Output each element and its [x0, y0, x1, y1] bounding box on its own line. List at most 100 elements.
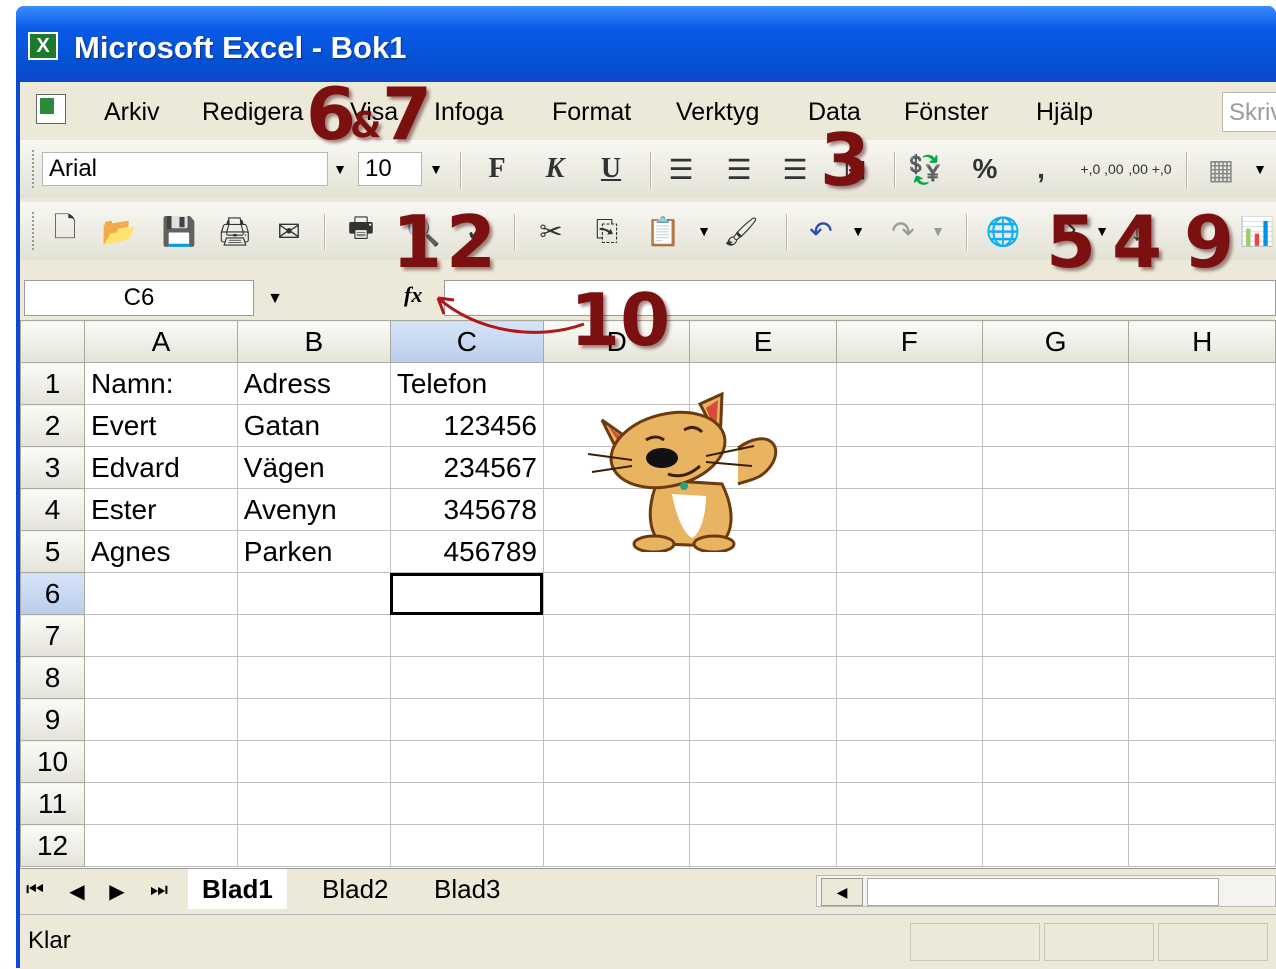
cell[interactable]	[835, 404, 983, 447]
cut-icon[interactable]: ✂	[534, 214, 568, 248]
cell[interactable]	[84, 740, 238, 783]
cell[interactable]	[1128, 656, 1276, 699]
font-size-box[interactable]: 10	[358, 152, 422, 186]
cell[interactable]	[236, 740, 391, 783]
row-header[interactable]: 12	[20, 824, 86, 867]
cell[interactable]	[1128, 740, 1276, 783]
align-left-icon[interactable]: ☰	[664, 152, 698, 186]
cell-c5[interactable]: 456789	[389, 530, 544, 573]
cell[interactable]	[1128, 404, 1276, 447]
sheet-tab-blad1[interactable]: Blad1	[188, 869, 287, 909]
cell[interactable]	[84, 656, 238, 699]
cell[interactable]	[542, 572, 691, 615]
cell[interactable]	[981, 362, 1130, 405]
help-search-input[interactable]: Skriv	[1222, 92, 1276, 132]
align-right-icon[interactable]: ☰	[778, 152, 812, 186]
cell[interactable]	[84, 698, 238, 741]
cell[interactable]	[835, 530, 983, 573]
cell[interactable]	[236, 614, 391, 657]
hyperlink-globe-icon[interactable]: 🌐	[986, 214, 1021, 248]
cell[interactable]	[689, 698, 837, 741]
row-header[interactable]: 4	[20, 488, 86, 531]
copy-icon[interactable]: ⎘	[590, 214, 624, 248]
cell-c1[interactable]: Telefon	[389, 362, 544, 405]
cell[interactable]	[981, 782, 1130, 825]
menu-format[interactable]: Format	[552, 98, 631, 127]
cell[interactable]	[542, 740, 691, 783]
cell[interactable]	[981, 824, 1130, 867]
email-icon[interactable]: ✉	[272, 214, 306, 248]
cell[interactable]	[236, 824, 391, 867]
font-size-dropdown-icon[interactable]: ▼	[424, 152, 448, 186]
cell[interactable]	[835, 572, 983, 615]
cell[interactable]	[389, 782, 544, 825]
row-header[interactable]: 9	[20, 698, 86, 741]
undo-dropdown-icon[interactable]: ▼	[846, 214, 870, 248]
cell[interactable]	[389, 740, 544, 783]
row-header[interactable]: 10	[20, 740, 86, 783]
paste-dropdown-icon[interactable]: ▼	[692, 214, 716, 248]
cell[interactable]	[981, 404, 1130, 447]
prev-sheet-icon[interactable]: ◀	[66, 879, 88, 904]
increase-decimal-button[interactable]: +,0 ,00	[1080, 152, 1124, 186]
cell[interactable]	[835, 656, 983, 699]
cell[interactable]	[542, 614, 691, 657]
menu-fonster[interactable]: Fönster	[904, 98, 989, 127]
italic-button[interactable]: K	[538, 152, 572, 186]
name-box-dropdown-icon[interactable]: ▼	[260, 282, 290, 316]
active-cell-c6[interactable]	[389, 572, 544, 615]
cell[interactable]	[689, 782, 837, 825]
cell[interactable]	[835, 698, 983, 741]
column-header[interactable]: E	[689, 320, 837, 363]
cell[interactable]	[1128, 698, 1276, 741]
cell-c3[interactable]: 234567	[389, 446, 544, 489]
cell-a3[interactable]: Edvard	[84, 446, 238, 489]
horizontal-scrollbar[interactable]: ◀	[816, 875, 1276, 907]
font-name-box[interactable]: Arial	[42, 152, 328, 186]
cell[interactable]	[981, 530, 1130, 573]
paste-icon[interactable]: 📋	[646, 214, 681, 248]
menu-infoga[interactable]: Infoga	[434, 98, 504, 127]
row-header[interactable]: 1	[20, 362, 86, 405]
cell[interactable]	[835, 362, 983, 405]
cell[interactable]	[236, 782, 391, 825]
cell[interactable]	[236, 656, 391, 699]
menu-verktyg[interactable]: Verktyg	[676, 98, 759, 127]
excel-icon[interactable]: X	[28, 32, 58, 60]
cell-b1[interactable]: Adress	[236, 362, 391, 405]
cell-c4[interactable]: 345678	[389, 488, 544, 531]
cell[interactable]	[981, 488, 1130, 531]
cell[interactable]	[542, 698, 691, 741]
cell-b5[interactable]: Parken	[236, 530, 391, 573]
row-header[interactable]: 8	[20, 656, 86, 699]
column-header[interactable]: B	[236, 320, 391, 363]
cell-c2[interactable]: 123456	[389, 404, 544, 447]
cell[interactable]	[84, 824, 238, 867]
cell[interactable]	[981, 740, 1130, 783]
next-sheet-icon[interactable]: ▶	[106, 879, 128, 904]
column-header[interactable]: A	[84, 320, 238, 363]
align-center-icon[interactable]: ☰	[722, 152, 756, 186]
sheet-tab-blad2[interactable]: Blad2	[308, 869, 403, 909]
cell-a5[interactable]: Agnes	[84, 530, 238, 573]
cell-a2[interactable]: Evert	[84, 404, 238, 447]
permission-icon[interactable]: 🖨	[217, 214, 253, 248]
cell[interactable]	[1128, 446, 1276, 489]
borders-dropdown-icon[interactable]: ▼	[1248, 152, 1272, 186]
cell-a4[interactable]: Ester	[84, 488, 238, 531]
format-painter-icon[interactable]: 🖌	[723, 214, 759, 248]
title-bar[interactable]: X Microsoft Excel - Bok1	[16, 6, 1276, 82]
comma-style-button[interactable]: ,	[1024, 152, 1058, 186]
cell[interactable]	[689, 740, 837, 783]
cell[interactable]	[1128, 782, 1276, 825]
cell[interactable]	[1128, 614, 1276, 657]
cell-b3[interactable]: Vägen	[236, 446, 391, 489]
workbook-icon[interactable]	[36, 94, 66, 124]
cell[interactable]	[981, 698, 1130, 741]
borders-icon[interactable]: ▦	[1204, 152, 1238, 186]
row-header[interactable]: 2	[20, 404, 86, 447]
column-header[interactable]: F	[835, 320, 983, 363]
font-dropdown-icon[interactable]: ▼	[328, 152, 352, 186]
cell-a1[interactable]: Namn:	[84, 362, 238, 405]
redo-dropdown-icon[interactable]: ▼	[926, 214, 950, 248]
